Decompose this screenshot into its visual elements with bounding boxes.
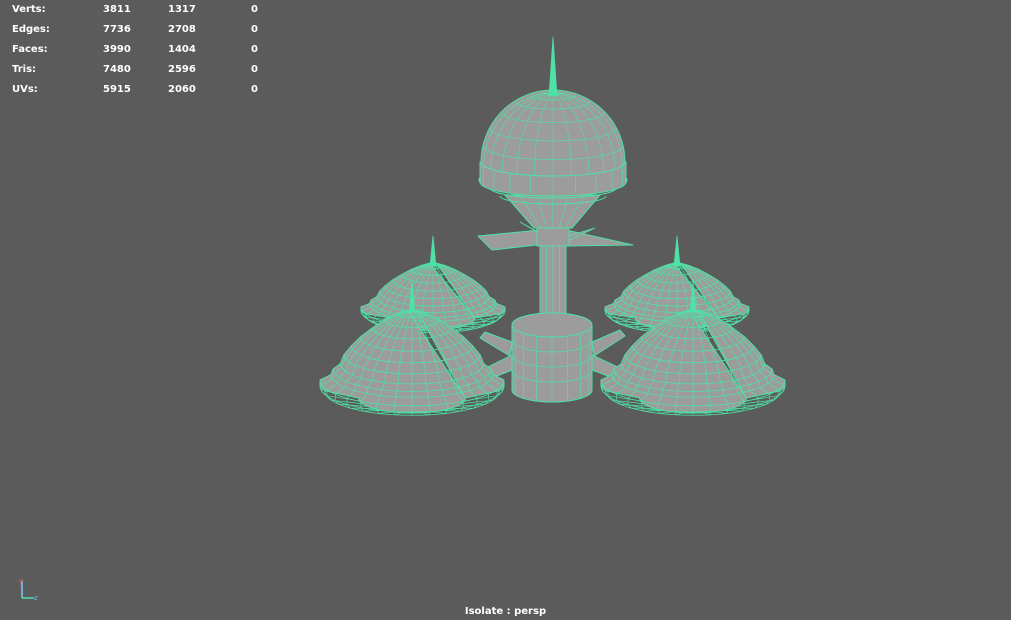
mesh-edge bbox=[673, 235, 681, 267]
arm-back-right bbox=[591, 329, 626, 357]
mesh-edge bbox=[429, 235, 437, 267]
tower-spike bbox=[548, 36, 558, 97]
axis-gizmo: y z bbox=[19, 577, 38, 602]
column-collar bbox=[536, 227, 570, 247]
z-axis-label: z bbox=[34, 594, 38, 602]
camera-label: Isolate : persp bbox=[464, 606, 547, 617]
perspective-viewport[interactable]: Verts: 3811 1317 0 Edges: 7736 2708 0 Fa… bbox=[0, 0, 1011, 620]
spike-right bbox=[565, 229, 634, 247]
wireframe-model[interactable] bbox=[0, 0, 1011, 620]
y-axis-label: y bbox=[19, 577, 23, 585]
hub-top bbox=[511, 312, 593, 338]
spike-left bbox=[477, 229, 546, 251]
arm-back-left bbox=[479, 331, 513, 357]
